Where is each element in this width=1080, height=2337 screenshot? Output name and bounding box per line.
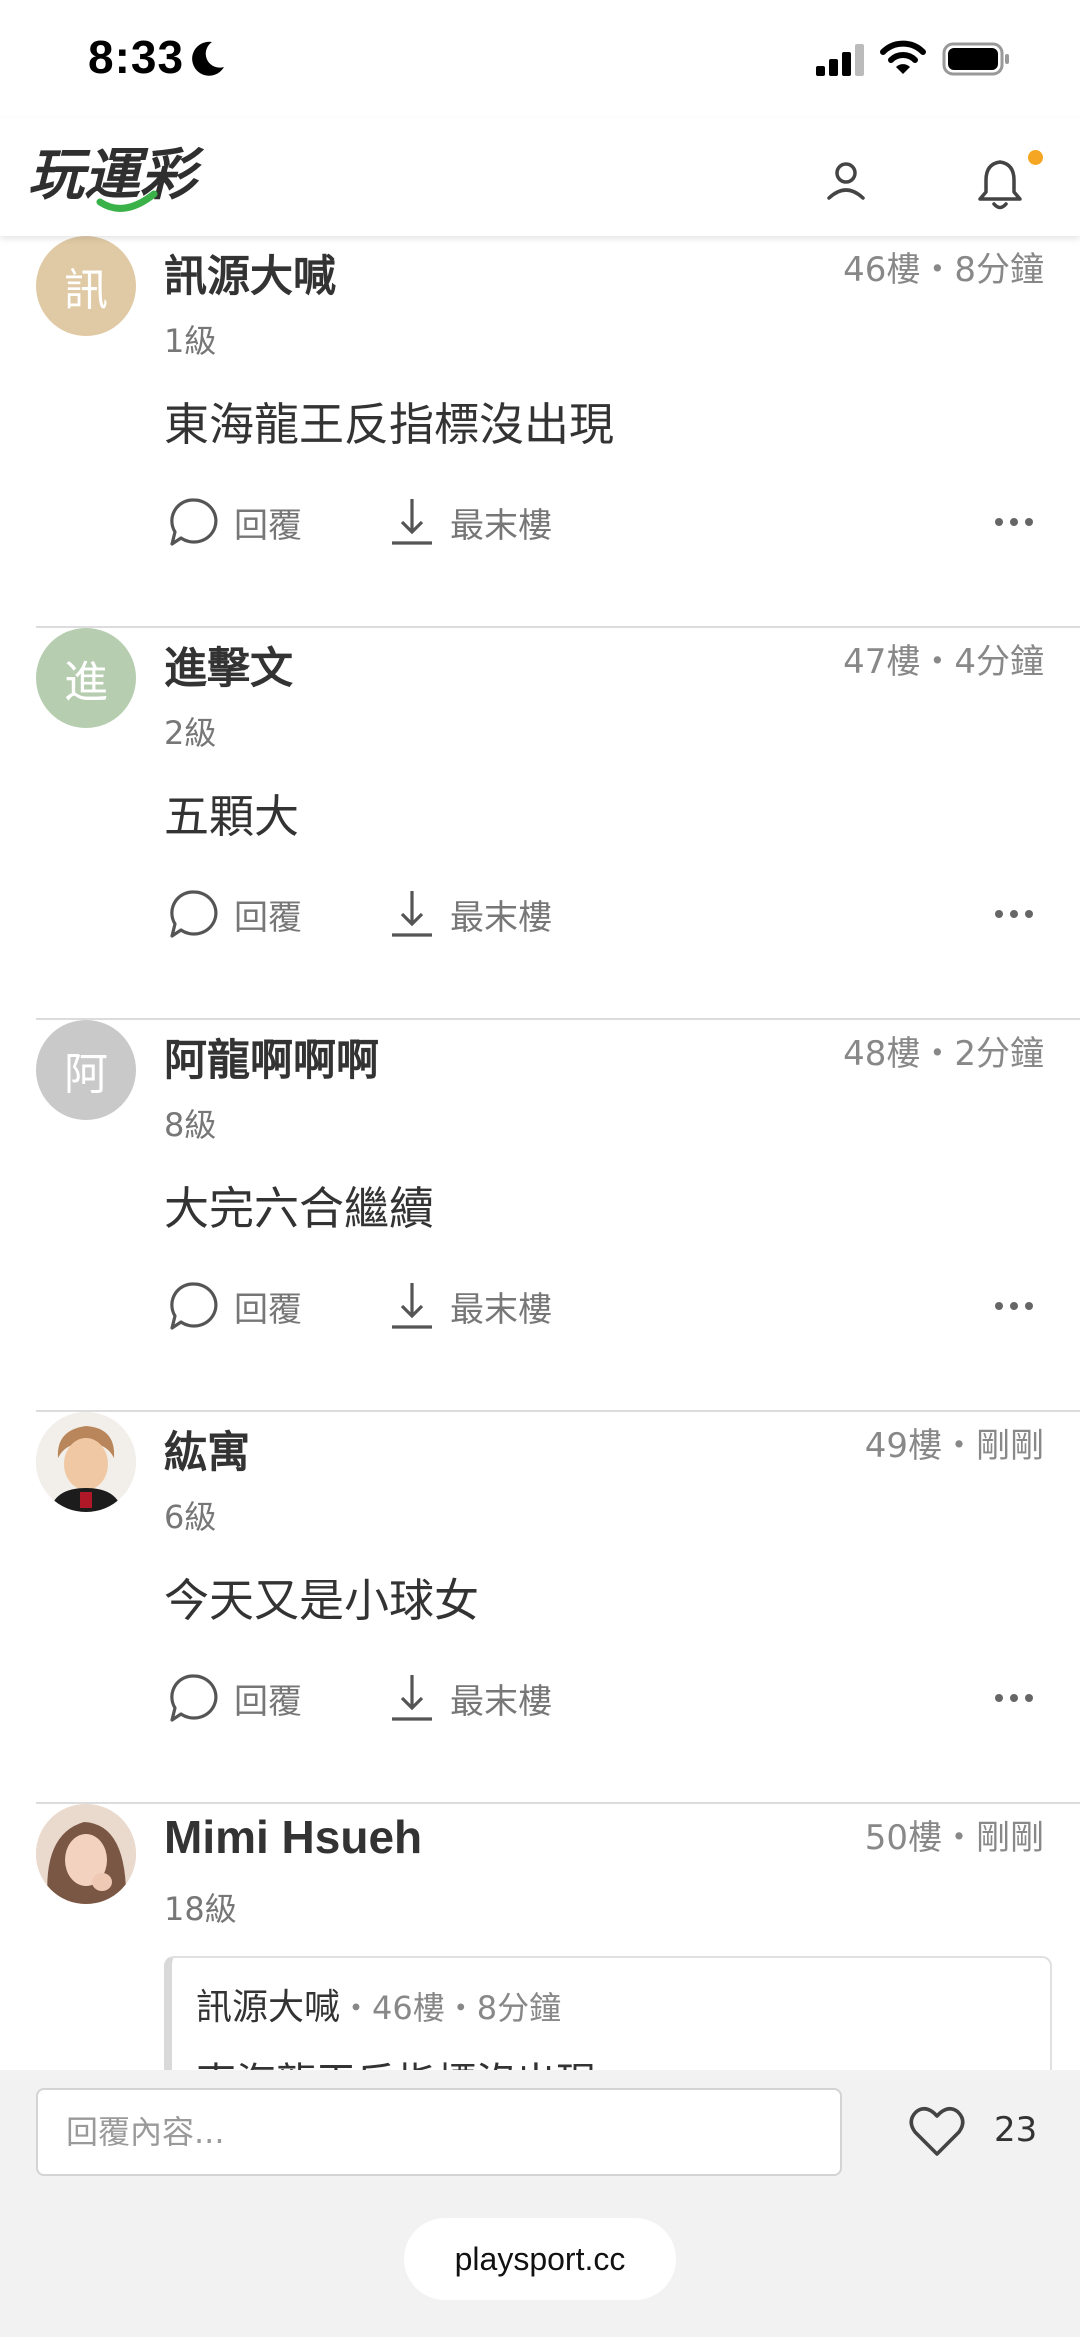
wifi-icon — [880, 40, 926, 80]
last-floor-button[interactable]: 最末樓 — [390, 1670, 552, 1726]
avatar[interactable]: 阿 — [36, 1020, 136, 1120]
username[interactable]: 阿龍啊啊啊 — [164, 1026, 379, 1088]
bottom-bar: 23 playsport.cc — [0, 2070, 1080, 2337]
last-floor-label: 最末樓 — [450, 505, 552, 546]
like-button[interactable] — [908, 2104, 966, 2160]
avatar[interactable]: 進 — [36, 628, 136, 728]
ellipsis-icon — [995, 1302, 1033, 1310]
floor-and-time: 46樓・8分鐘 — [843, 250, 1044, 290]
quote-floor-and-time: ・46樓・8分鐘 — [340, 1989, 562, 2027]
download-arrow-icon — [392, 1675, 432, 1721]
ellipsis-icon — [995, 910, 1033, 918]
comment-item: Mimi Hsueh 18級 50樓・剛剛 訊源大喊・46樓・8分鐘 東海龍王反… — [0, 1804, 1080, 2070]
last-floor-button[interactable]: 最末樓 — [390, 1278, 552, 1334]
browser-url-pill[interactable]: playsport.cc — [404, 2218, 676, 2300]
username[interactable]: 進擊文 — [164, 634, 293, 696]
download-arrow-icon — [392, 1283, 432, 1329]
more-options-button[interactable] — [984, 896, 1044, 932]
speech-bubble-icon — [170, 890, 218, 938]
notification-badge-dot — [1028, 150, 1043, 165]
app-header: 玩運彩 — [0, 118, 1080, 236]
quote-text: 東海龍王反指標沒出現 — [196, 2050, 596, 2070]
speech-bubble-icon — [170, 1282, 218, 1330]
user-account-button[interactable] — [820, 156, 872, 208]
user-level: 8級 — [164, 1106, 217, 1144]
quote-author: 訊源大喊 — [196, 1987, 341, 2028]
comment-text: 今天又是小球女 — [164, 1574, 480, 1627]
reply-label: 回覆 — [234, 897, 302, 938]
avatar[interactable] — [36, 1412, 136, 1512]
comment-text: 東海龍王反指標沒出現 — [164, 398, 615, 451]
avatar-photo — [36, 1412, 136, 1512]
battery-icon — [942, 42, 1012, 80]
floor-and-time: 50樓・剛剛 — [864, 1818, 1044, 1858]
comment-item: 訊 訊源大喊 1級 46樓・8分鐘 東海龍王反指標沒出現 回覆 最末樓 — [0, 236, 1080, 628]
comment-item: 進 進擊文 2級 47樓・4分鐘 五顆大 回覆 最末樓 — [0, 628, 1080, 1020]
user-level: 1級 — [164, 322, 217, 360]
download-arrow-icon — [392, 499, 432, 545]
quoted-comment[interactable]: 訊源大喊・46樓・8分鐘 東海龍王反指標沒出現 — [164, 1956, 1052, 2070]
user-level: 18級 — [164, 1890, 237, 1928]
status-time: 8:33 — [88, 31, 185, 83]
comment-actions: 回覆 最末樓 — [164, 494, 1044, 550]
reply-button[interactable]: 回覆 — [168, 1278, 302, 1334]
comment-feed[interactable]: 訊 訊源大喊 1級 46樓・8分鐘 東海龍王反指標沒出現 回覆 最末樓 進 進擊… — [0, 236, 1080, 2070]
reply-button[interactable]: 回覆 — [168, 1670, 302, 1726]
last-floor-button[interactable]: 最末樓 — [390, 494, 552, 550]
last-floor-label: 最末樓 — [450, 1681, 552, 1722]
moon-icon — [190, 40, 226, 82]
notification-button[interactable] — [974, 156, 1026, 212]
user-icon — [827, 162, 865, 200]
more-options-button[interactable] — [984, 1288, 1044, 1324]
ellipsis-icon — [995, 1694, 1033, 1702]
more-options-button[interactable] — [984, 1680, 1044, 1716]
reply-label: 回覆 — [234, 1289, 302, 1330]
heart-icon — [909, 2107, 965, 2156]
reply-label: 回覆 — [234, 1681, 302, 1722]
comment-actions: 回覆 最末樓 — [164, 886, 1044, 942]
like-count: 23 — [994, 2110, 1038, 2150]
site-logo[interactable]: 玩運彩 — [28, 136, 238, 216]
bell-icon — [978, 160, 1022, 210]
status-bar: 8:33 — [0, 0, 1080, 118]
ellipsis-icon — [995, 518, 1033, 526]
username[interactable]: Mimi Hsueh — [164, 1810, 422, 1864]
user-level: 6級 — [164, 1498, 217, 1536]
download-arrow-icon — [392, 891, 432, 937]
more-options-button[interactable] — [984, 504, 1044, 540]
floor-and-time: 49樓・剛剛 — [864, 1426, 1044, 1466]
last-floor-button[interactable]: 最末樓 — [390, 886, 552, 942]
username[interactable]: 訊源大喊 — [164, 242, 336, 304]
user-level: 2級 — [164, 714, 217, 752]
comment-actions: 回覆 最末樓 — [164, 1278, 1044, 1334]
avatar[interactable]: 訊 — [36, 236, 136, 336]
logo-text: 玩運彩 — [28, 143, 205, 208]
speech-bubble-icon — [170, 1674, 218, 1722]
last-floor-label: 最末樓 — [450, 897, 552, 938]
comment-actions: 回覆 最末樓 — [164, 1670, 1044, 1726]
reply-input[interactable] — [36, 2088, 842, 2176]
avatar[interactable] — [36, 1804, 136, 1904]
comment-item: 阿 阿龍啊啊啊 8級 48樓・2分鐘 大完六合繼續 回覆 最末樓 — [0, 1020, 1080, 1412]
floor-and-time: 48樓・2分鐘 — [843, 1034, 1044, 1074]
last-floor-label: 最末樓 — [450, 1289, 552, 1330]
cellular-signal-icon — [816, 44, 866, 80]
reply-label: 回覆 — [234, 505, 302, 546]
comment-text: 大完六合繼續 — [164, 1182, 435, 1235]
comment-text: 五顆大 — [164, 790, 300, 843]
quote-header: 訊源大喊・46樓・8分鐘 — [196, 1978, 561, 2030]
floor-and-time: 47樓・4分鐘 — [843, 642, 1044, 682]
reply-button[interactable]: 回覆 — [168, 494, 302, 550]
comment-item: 紘寓 6級 49樓・剛剛 今天又是小球女 回覆 最末樓 — [0, 1412, 1080, 1804]
username[interactable]: 紘寓 — [164, 1418, 250, 1480]
avatar-photo — [36, 1804, 136, 1904]
reply-button[interactable]: 回覆 — [168, 886, 302, 942]
speech-bubble-icon — [170, 498, 218, 546]
